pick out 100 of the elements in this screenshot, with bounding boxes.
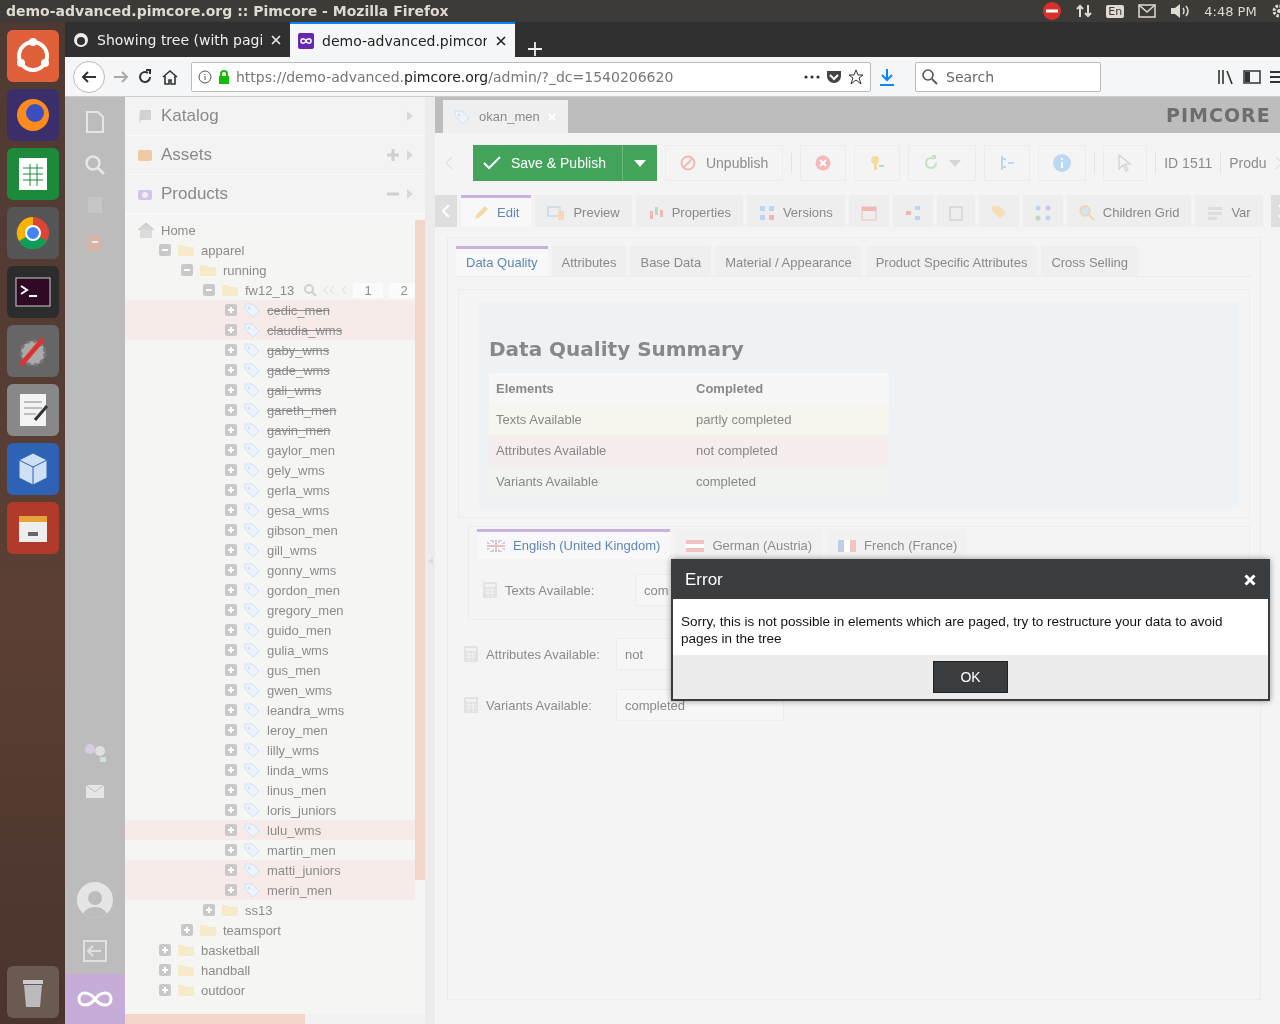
tree-node-label[interactable]: loris_juniors	[267, 802, 337, 818]
tree-node-label[interactable]: fw12_13	[245, 282, 295, 298]
tree-node-label[interactable]: leroy_men	[267, 722, 328, 738]
save-publish-button[interactable]: Save & Publish	[473, 145, 657, 181]
tree-node-label[interactable]: gibson_men	[267, 522, 338, 538]
tree-node-label[interactable]: handball	[201, 962, 251, 978]
page-link[interactable]: 1	[353, 282, 384, 298]
element-tab[interactable]: okan_men	[443, 100, 568, 133]
tree-node-label[interactable]: gulia_wms	[267, 642, 329, 658]
tree-node-label[interactable]: leandra_wms	[267, 702, 345, 718]
scroll-left-button[interactable]	[435, 195, 457, 227]
sub-tab[interactable]: Data Quality	[456, 246, 548, 276]
tree-node-label[interactable]: matti_juniors	[267, 862, 341, 878]
tree-node-label[interactable]: merin_men	[267, 882, 333, 898]
tree-node-label[interactable]: martin_men	[267, 842, 336, 858]
editor-tab[interactable]	[892, 195, 933, 227]
horizontal-scrollbar[interactable]	[125, 1014, 305, 1024]
editor-tab[interactable]	[936, 195, 975, 227]
show-in-tree-button[interactable]	[984, 145, 1031, 181]
tree-node-label[interactable]: gade_wms	[267, 362, 330, 378]
tree-node-label[interactable]: apparel	[201, 242, 245, 258]
tree-node-label[interactable]: outdoor	[201, 982, 246, 998]
editor-tab[interactable]	[978, 195, 1019, 227]
tree-row[interactable]: gesa_wms	[125, 500, 415, 520]
tree-row[interactable]: gonny_wms	[125, 560, 415, 580]
tree-node-label[interactable]: gonny_wms	[267, 562, 337, 578]
sub-tab[interactable]: Attributes	[551, 246, 627, 276]
vertical-scrollbar[interactable]	[415, 220, 425, 880]
editor-tab[interactable]: Children Grid	[1066, 195, 1192, 227]
search-field[interactable]: Search	[915, 61, 1101, 92]
tree-node-label[interactable]: lilly_wms	[267, 742, 319, 758]
tree-node-label[interactable]: gavin_men	[267, 422, 331, 438]
editor-tab[interactable]	[1022, 195, 1063, 227]
editor-tab[interactable]: Versions	[746, 195, 845, 227]
keyboard-layout-indicator[interactable]: En	[1106, 4, 1125, 18]
tree-row[interactable]: gareth_men	[125, 400, 415, 420]
tree-node-label[interactable]: gareth_men	[267, 402, 337, 418]
tree-node-label[interactable]: guido_men	[267, 622, 332, 638]
pointer-button[interactable]	[1103, 145, 1148, 181]
tree-node-label[interactable]: gus_men	[267, 662, 321, 678]
tree-row[interactable]: gregory_men	[125, 600, 415, 620]
editor-tab[interactable]: Var	[1195, 195, 1263, 227]
clock[interactable]: 4:48 PM	[1204, 3, 1257, 19]
tree-row[interactable]: gwen_wms	[125, 680, 415, 700]
tree-node-label[interactable]: basketball	[201, 942, 260, 958]
tree-row[interactable]: matti_juniors	[125, 860, 415, 880]
tree-node-label[interactable]: gesa_wms	[267, 502, 330, 518]
tree-row[interactable]: leandra_wms	[125, 700, 415, 720]
tree-row[interactable]: loris_juniors	[125, 800, 415, 820]
close-button[interactable]	[1244, 574, 1256, 586]
tree-node-label[interactable]: claudia_wms	[267, 322, 343, 338]
tree-node-label[interactable]: gordon_men	[267, 582, 340, 598]
tree-node-label[interactable]: linda_wms	[267, 762, 329, 778]
reload-button[interactable]	[908, 145, 977, 181]
tree-row[interactable]: cedic_men	[125, 300, 415, 320]
tree-node-label[interactable]: gill_wms	[267, 542, 317, 558]
tree-node-label[interactable]: running	[223, 262, 267, 278]
tree-node-label[interactable]: lulu_wms	[267, 822, 322, 838]
tree-node-label[interactable]: teamsport	[223, 922, 281, 938]
ok-button[interactable]: OK	[933, 661, 1008, 693]
back-button[interactable]	[73, 60, 105, 93]
tree-node-label[interactable]: ss13	[245, 902, 273, 918]
sub-tab[interactable]: Cross Selling	[1041, 246, 1138, 276]
tree-row[interactable]: gaylor_men	[125, 440, 415, 460]
tree-node-label[interactable]: gali_wms	[267, 382, 322, 398]
tree-row[interactable]: gely_wms	[125, 460, 415, 480]
tree-node-label[interactable]: gerla_wms	[267, 482, 330, 498]
tree-row[interactable]: gali_wms	[125, 380, 415, 400]
sub-tab[interactable]: Material / Appearance	[715, 246, 862, 276]
tree-row[interactable]: gill_wms	[125, 540, 415, 560]
editor-tab[interactable]: Preview	[535, 195, 632, 227]
tree-row[interactable]: merin_men	[125, 880, 415, 900]
page-link[interactable]: 2	[389, 282, 415, 298]
editor-tab[interactable]: Properties	[635, 195, 743, 227]
tree-row[interactable]: gerla_wms	[125, 480, 415, 500]
tree-row[interactable]: lilly_wms	[125, 740, 415, 760]
tree-row[interactable]: gade_wms	[125, 360, 415, 380]
tree-row[interactable]: claudia_wms	[125, 320, 415, 340]
tree-row[interactable]: gordon_men	[125, 580, 415, 600]
tree-node-label[interactable]: gaylor_men	[267, 442, 335, 458]
info-button[interactable]	[1038, 145, 1087, 181]
editor-tab[interactable]: Edit	[461, 195, 532, 227]
tree-row[interactable]: guido_men	[125, 620, 415, 640]
tree-row[interactable]: gulia_wms	[125, 640, 415, 660]
user-avatar[interactable]	[77, 882, 113, 918]
tree-row[interactable]: martin_men	[125, 840, 415, 860]
unpublish-button[interactable]: Unpublish	[664, 145, 784, 181]
sub-tab[interactable]: Base Data	[630, 246, 712, 276]
tree-node-label[interactable]: gwen_wms	[267, 682, 333, 698]
sub-tab[interactable]: Product Specific Attributes	[865, 246, 1038, 276]
tree-row[interactable]: lulu_wms	[125, 820, 415, 840]
delete-button[interactable]	[800, 145, 847, 181]
tree-row[interactable]: linda_wms	[125, 760, 415, 780]
tree-row[interactable]: gavin_men	[125, 420, 415, 440]
tree-node-label[interactable]: gely_wms	[267, 462, 325, 478]
browser-tab[interactable]: Showing tree (with pagi	[65, 22, 290, 57]
tree-row[interactable]: gaby_wms	[125, 340, 415, 360]
tree-row[interactable]: leroy_men	[125, 720, 415, 740]
tree-node-label[interactable]: gaby_wms	[267, 342, 330, 358]
tree-node-label[interactable]: linus_men	[267, 782, 327, 798]
